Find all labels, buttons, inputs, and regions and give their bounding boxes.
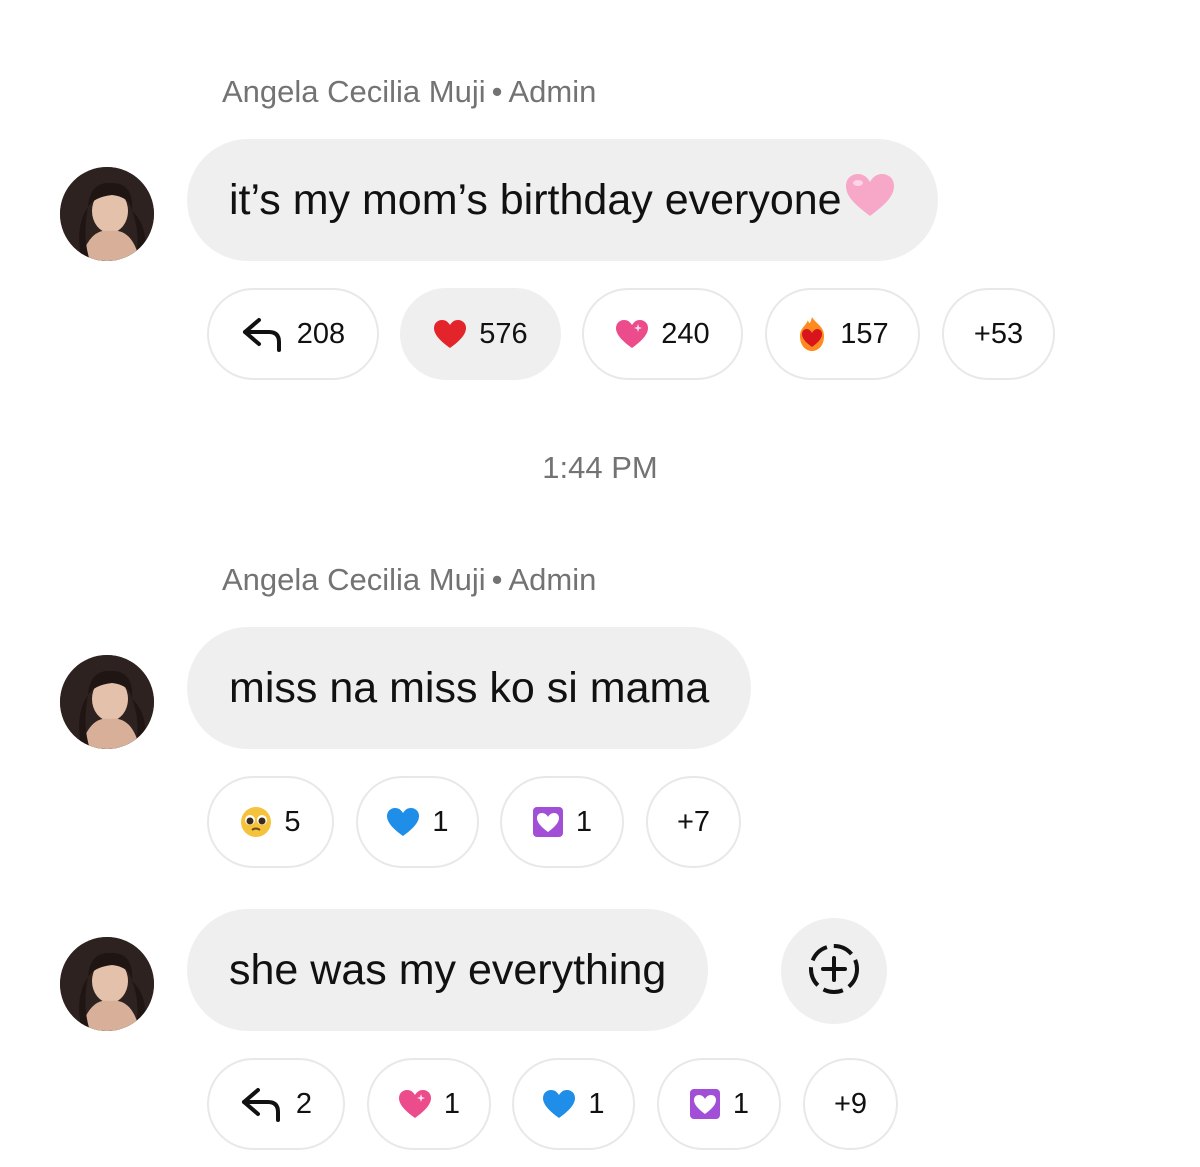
separator-dot: • (491, 562, 503, 597)
sender-line: Angela Cecilia Muji • Admin (222, 562, 596, 598)
reply-count-button[interactable]: 208 (207, 288, 379, 380)
message-bubble[interactable]: it’s my mom’s birthday everyone (187, 139, 938, 261)
reaction-count: 1 (588, 1087, 605, 1120)
reaction-count: 1 (575, 805, 593, 838)
more-reactions-count: +53 (973, 317, 1024, 350)
separator-dot: • (491, 74, 503, 109)
sender-role: Admin (508, 74, 597, 109)
reply-count-button[interactable]: 2 (207, 1058, 345, 1150)
reaction-count: 576 (479, 317, 528, 350)
message-bubble[interactable]: she was my everything (187, 909, 709, 1031)
avatar[interactable] (60, 655, 154, 749)
reaction-count: 1 (432, 805, 449, 838)
message-text: it’s my mom’s birthday everyone (229, 175, 842, 224)
sparkling-heart-icon (615, 319, 649, 349)
reaction-count: 1 (732, 1087, 750, 1120)
message-text: miss na miss ko si mama (229, 663, 710, 712)
reaction-pill[interactable]: 1 (367, 1058, 491, 1150)
heart-decoration-icon (689, 1088, 721, 1120)
reaction-count: 240 (661, 317, 710, 350)
reaction-count: 157 (840, 317, 889, 350)
reaction-pill[interactable]: 1 (512, 1058, 635, 1150)
reaction-pill[interactable]: 576 (400, 288, 561, 380)
reaction-pill[interactable]: 240 (582, 288, 743, 380)
more-reactions-button[interactable]: +53 (942, 288, 1055, 380)
add-reaction-button[interactable] (781, 918, 887, 1024)
more-reactions-count: +7 (676, 805, 711, 838)
reaction-count: 2 (295, 1087, 313, 1120)
reaction-count: 5 (284, 805, 301, 838)
reply-icon (241, 314, 285, 354)
sender-role: Admin (508, 562, 597, 597)
pleading-face-icon (240, 806, 272, 838)
more-reactions-count: +9 (833, 1087, 868, 1120)
sender-line: Angela Cecilia Muji • Admin (222, 74, 596, 110)
pink-heart-icon (844, 172, 896, 229)
blue-heart-icon (542, 1089, 576, 1119)
reaction-count: 208 (296, 317, 346, 350)
sender-name[interactable]: Angela Cecilia Muji (222, 74, 486, 109)
heart-on-fire-icon (796, 316, 828, 352)
reaction-pill[interactable]: 1 (356, 776, 479, 868)
reaction-pill[interactable]: 5 (207, 776, 334, 868)
more-reactions-button[interactable]: +7 (646, 776, 741, 868)
reaction-pill[interactable]: 157 (765, 288, 920, 380)
sparkling-heart-icon (398, 1089, 432, 1119)
more-reactions-button[interactable]: +9 (803, 1058, 898, 1150)
reaction-pill[interactable]: 1 (657, 1058, 781, 1150)
add-reaction-icon (806, 941, 862, 1002)
timestamp: 1:44 PM (542, 450, 658, 485)
reaction-count: 1 (443, 1087, 461, 1120)
heart-decoration-icon (532, 806, 564, 838)
reply-icon (240, 1084, 284, 1124)
avatar[interactable] (60, 937, 154, 1031)
message-text: she was my everything (229, 945, 667, 994)
red-heart-icon (433, 319, 467, 349)
reaction-pill[interactable]: 1 (500, 776, 624, 868)
message-bubble[interactable]: miss na miss ko si mama (187, 627, 752, 749)
sender-name[interactable]: Angela Cecilia Muji (222, 562, 486, 597)
avatar[interactable] (60, 167, 154, 261)
blue-heart-icon (386, 807, 420, 837)
